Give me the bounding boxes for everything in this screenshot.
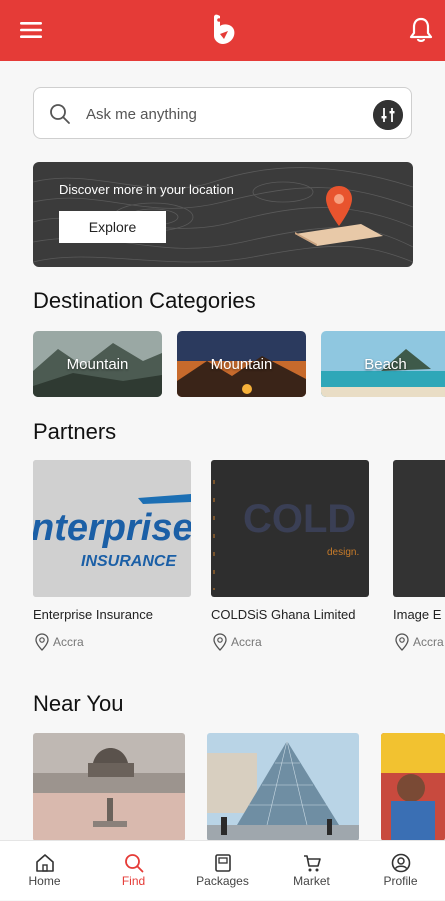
near-you-card-pyramid[interactable]	[207, 733, 359, 841]
hamburger-menu-icon[interactable]	[20, 20, 42, 40]
filter-sliders-icon[interactable]	[373, 100, 403, 130]
category-label: Mountain	[66, 355, 129, 373]
coldsis-logo-text: COLD	[243, 497, 356, 541]
discover-banner: Discover more in your location Explore	[33, 162, 413, 267]
monument-image	[33, 733, 185, 841]
location-pin-icon	[213, 633, 227, 651]
location-pin-icon	[35, 633, 49, 651]
bottom-tab-bar: Home Find Packages Market Profile	[0, 840, 445, 900]
enterprise-logo-text: nterprise	[33, 507, 191, 549]
search-icon	[50, 104, 70, 124]
home-icon	[36, 854, 54, 872]
location-pin-icon	[395, 633, 409, 651]
tab-label: Packages	[196, 874, 249, 888]
tab-label: Find	[121, 874, 146, 888]
coldsis-logo: COLD design.	[211, 460, 369, 597]
search-bar	[33, 87, 412, 139]
tab-packages[interactable]: Packages	[178, 841, 267, 901]
tab-profile[interactable]: Profile	[356, 841, 445, 901]
destination-categories-title: Destination Categories	[33, 288, 256, 313]
glass-pyramid-image	[207, 733, 359, 841]
location-text: Accra	[231, 635, 262, 649]
enterprise-logo: nterprise INSURANCE	[33, 460, 191, 597]
near-you-title: Near You	[33, 691, 124, 716]
banner-title: Discover more in your location	[59, 182, 234, 197]
tab-home[interactable]: Home	[0, 841, 89, 901]
category-card-mountain-2[interactable]: Mountain	[177, 331, 306, 397]
explore-button[interactable]: Explore	[59, 211, 166, 243]
image-e-logo	[393, 460, 445, 597]
partner-name: Enterprise Insurance	[33, 607, 153, 622]
search-input[interactable]	[86, 100, 356, 128]
notification-bell-icon[interactable]	[408, 16, 434, 44]
category-label: Beach	[364, 355, 407, 373]
category-card-beach[interactable]: Beach	[321, 331, 445, 397]
search-icon	[125, 854, 144, 873]
partner-name: Image E	[393, 607, 442, 622]
location-text: Accra	[413, 635, 444, 649]
coldsis-tagline: design.	[327, 547, 359, 558]
near-you-card-market[interactable]	[381, 733, 445, 841]
market-image	[381, 733, 445, 841]
location-text: Accra	[53, 635, 84, 649]
tab-find[interactable]: Find	[89, 841, 178, 901]
app-logo-icon[interactable]	[208, 14, 238, 46]
partner-card-image-e[interactable]: Image E Accra	[393, 460, 445, 660]
cart-icon	[304, 855, 321, 872]
tab-label: Home	[28, 874, 61, 888]
package-icon	[215, 854, 231, 872]
enterprise-logo-subtext: INSURANCE	[81, 553, 177, 570]
near-you-card-monument[interactable]	[33, 733, 185, 841]
location-pin-map-icon	[295, 186, 383, 246]
tab-market[interactable]: Market	[267, 841, 356, 901]
app-bar	[0, 0, 445, 61]
tab-label: Profile	[383, 874, 418, 888]
partner-name: COLDSiS Ghana Limited	[211, 607, 356, 622]
category-card-mountain[interactable]: Mountain	[33, 331, 162, 397]
tab-label: Market	[293, 874, 330, 888]
category-label: Mountain	[210, 355, 273, 373]
profile-icon	[391, 853, 411, 873]
partners-title: Partners	[33, 419, 117, 444]
